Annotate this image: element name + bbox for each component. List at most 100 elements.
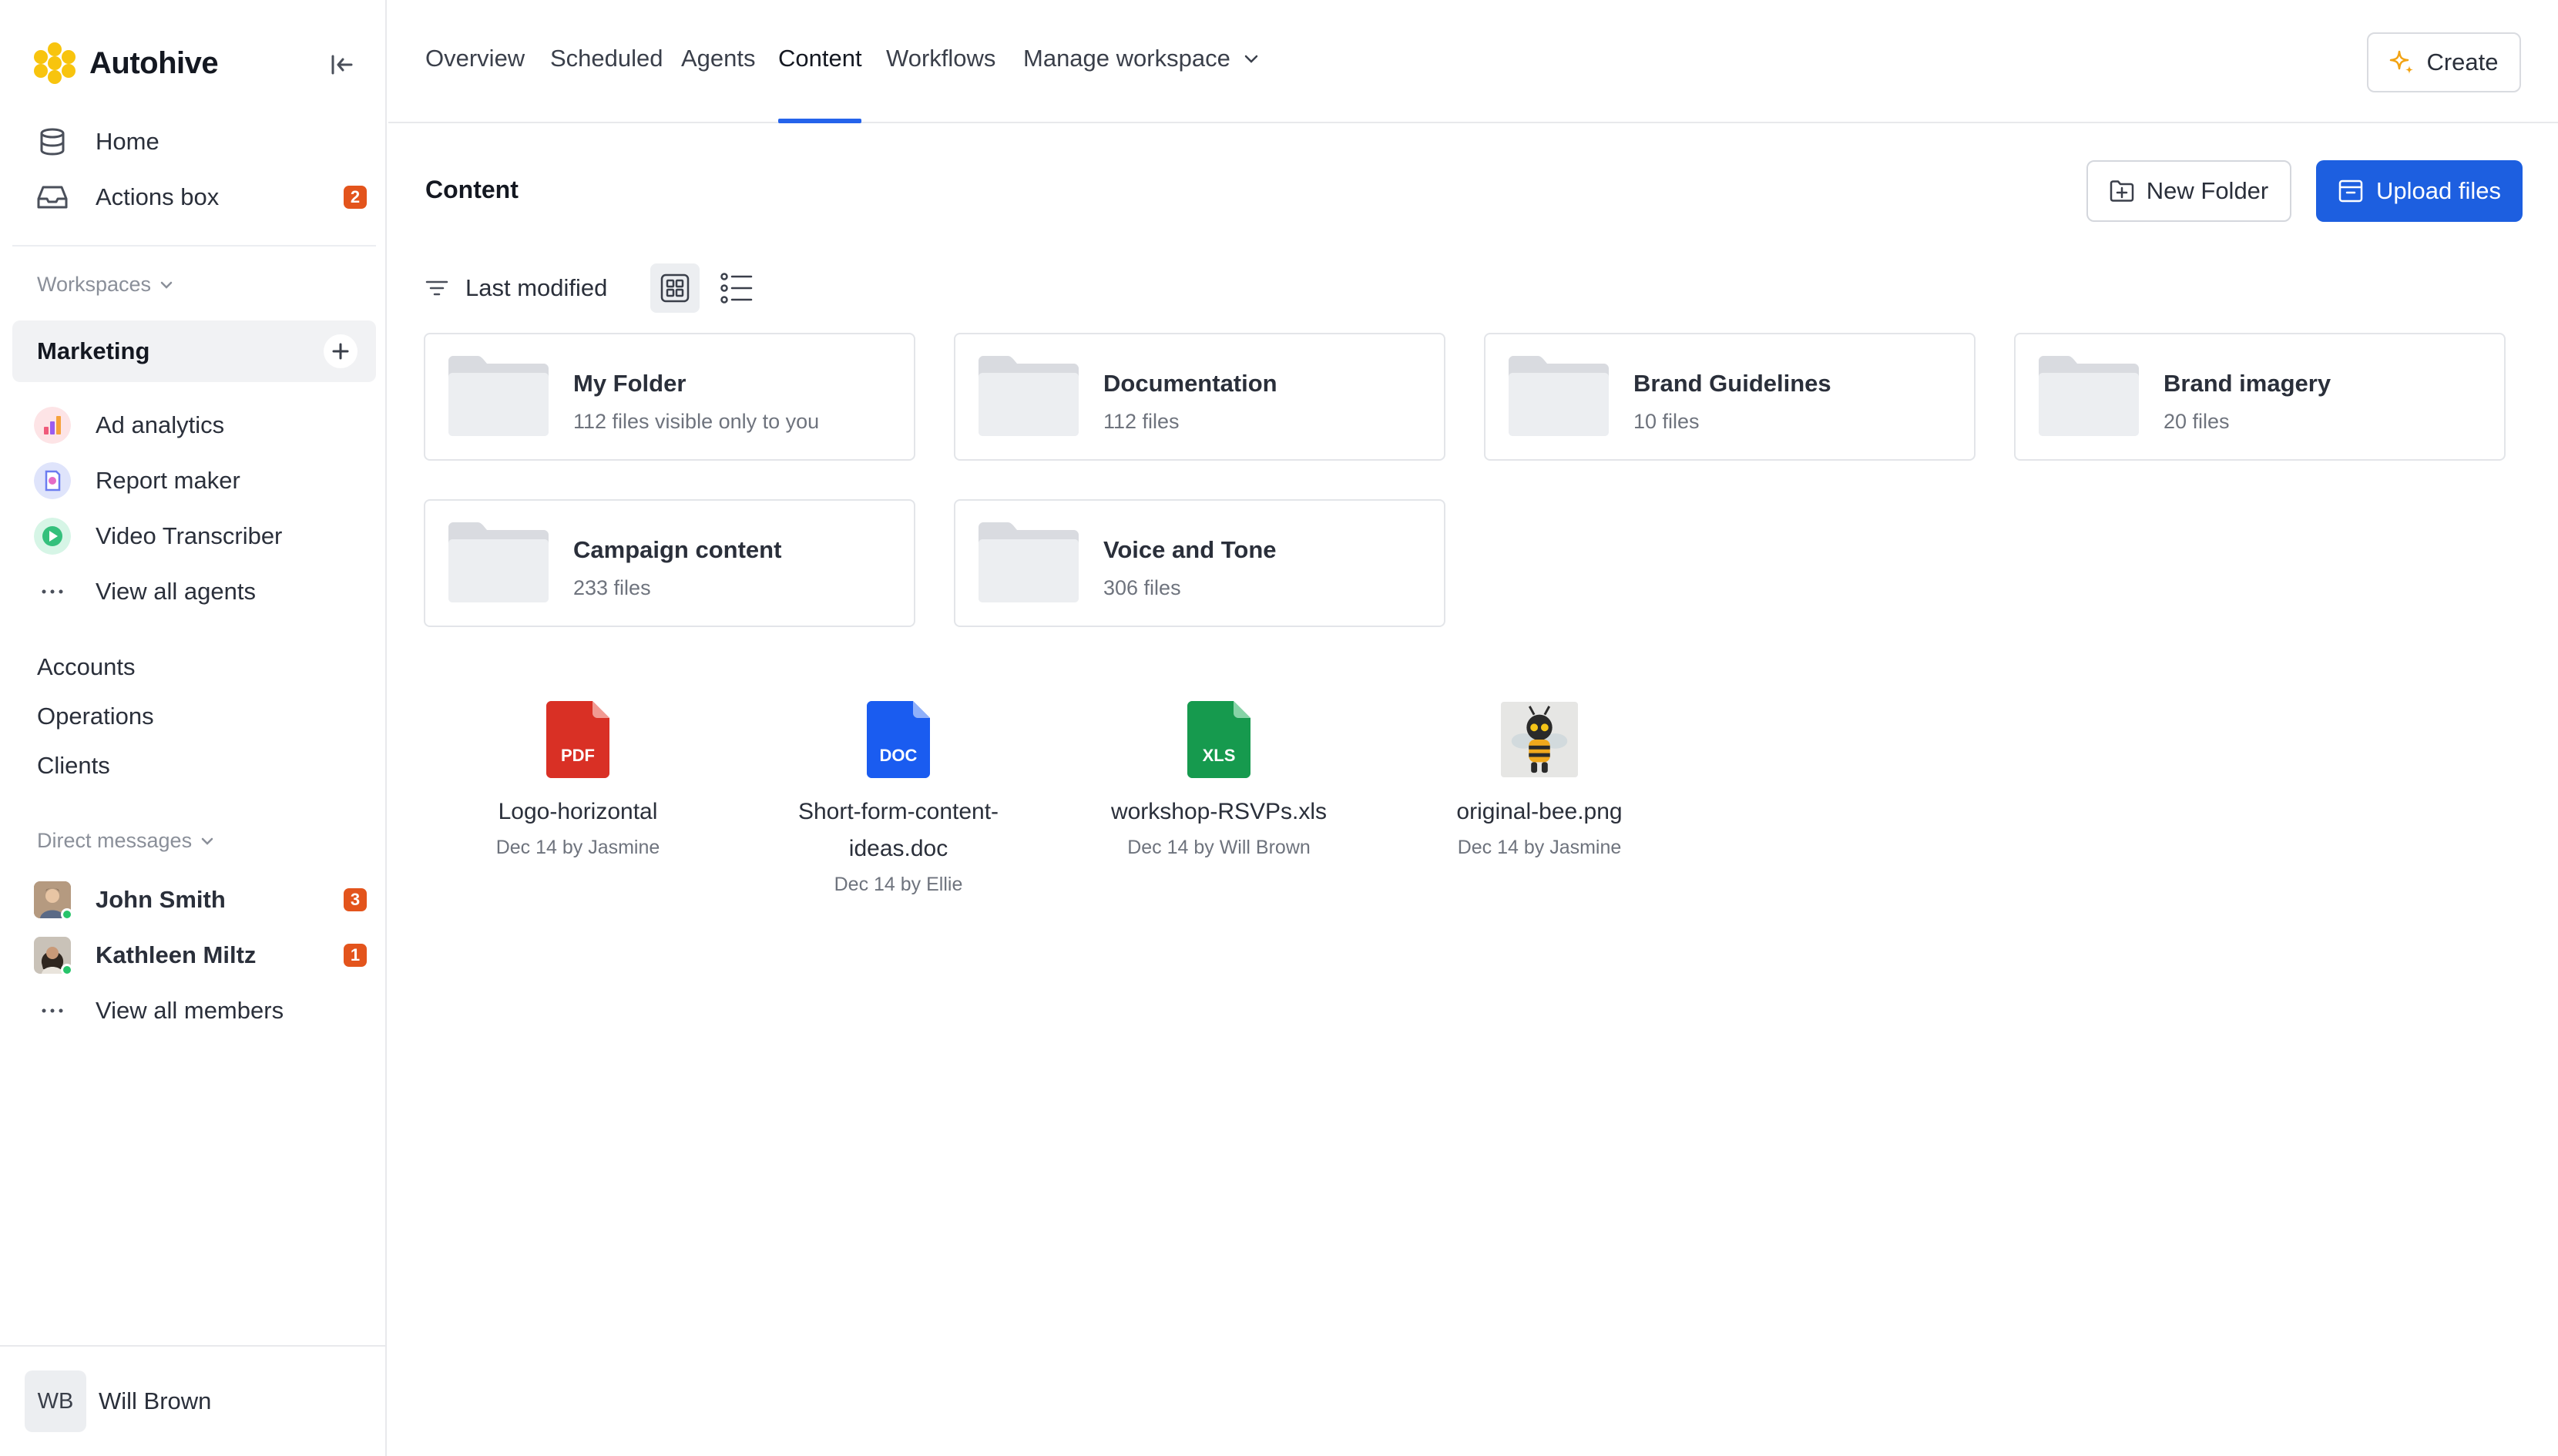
sidebar-item-label: Ad analytics — [96, 411, 225, 438]
workspace-operations[interactable]: Operations — [37, 703, 154, 730]
member-name: John Smith — [96, 886, 226, 913]
workspace-clients[interactable]: Clients — [37, 752, 110, 780]
grid-icon — [660, 273, 690, 303]
file-name: original-bee.png — [1456, 799, 1623, 824]
folder-name: Documentation — [1103, 370, 1277, 397]
video-transcriber-icon — [34, 518, 71, 555]
folder-icon — [448, 356, 549, 436]
workspaces-toggle[interactable]: Workspaces — [37, 273, 173, 297]
xls-file-icon: XLS — [1180, 701, 1257, 778]
upload-files-button[interactable]: Upload files — [2316, 160, 2523, 222]
folder-icon — [979, 522, 1079, 602]
file-type-label: XLS — [1203, 746, 1236, 765]
member-name: Kathleen Miltz — [96, 941, 257, 968]
current-user[interactable]: WB Will Brown — [0, 1345, 387, 1456]
file-name-line: Short-form-content- — [797, 799, 999, 824]
file-item[interactable]: PDF Logo-horizontal Dec 14 by Jasmine — [455, 701, 701, 859]
chevron-down-icon — [160, 281, 173, 289]
new-folder-button[interactable]: New Folder — [2086, 160, 2291, 222]
sort-label: Last modified — [465, 274, 608, 301]
folder-name: My Folder — [573, 370, 686, 397]
file-name: Logo-horizontal — [498, 799, 658, 824]
report-maker-icon — [34, 462, 71, 499]
actions-count-badge: 2 — [344, 186, 367, 209]
avatar — [34, 937, 73, 976]
ad-analytics-icon — [34, 407, 71, 444]
workspace-label: Marketing — [37, 337, 150, 364]
grid-view-toggle[interactable] — [650, 263, 700, 313]
file-meta: Dec 14 by Jasmine — [495, 837, 660, 858]
app-name: Autohive — [89, 45, 219, 80]
folder-name: Campaign content — [573, 536, 782, 563]
sidebar-divider — [12, 245, 376, 247]
folder-subtitle: 10 files — [1633, 410, 1700, 433]
online-status-icon — [61, 908, 73, 921]
create-label: Create — [2426, 49, 2499, 75]
file-item[interactable]: XLS workshop-RSVPs.xls Dec 14 by Will Br… — [1096, 701, 1342, 859]
list-view-toggle[interactable] — [712, 263, 761, 313]
folder-card[interactable]: Campaign content 233 files — [424, 499, 915, 627]
doc-file-icon: DOC — [860, 701, 937, 778]
plus-icon — [332, 343, 349, 360]
view-all-members-link[interactable]: View all members — [34, 989, 367, 1032]
view-all-agents-link[interactable]: View all agents — [34, 570, 367, 613]
folder-card[interactable]: My Folder 112 files visible only to you — [424, 333, 915, 461]
file-item[interactable]: DOC Short-form-content- ideas.doc Dec 14… — [775, 701, 1022, 896]
folder-card[interactable]: Voice and Tone 306 files — [954, 499, 1445, 627]
folder-icon — [979, 356, 1079, 436]
folder-plus-icon — [2110, 180, 2133, 202]
folder-subtitle: 233 files — [573, 576, 651, 599]
folder-subtitle: 112 files — [1103, 410, 1180, 433]
folder-card[interactable]: Brand Guidelines 10 files — [1484, 333, 1976, 461]
list-icon — [720, 273, 753, 304]
folder-name: Brand Guidelines — [1633, 370, 1831, 397]
add-to-workspace-button[interactable] — [324, 334, 358, 368]
tab-label: Manage workspace — [1023, 45, 1230, 72]
sidebar-item-label: Actions box — [96, 183, 220, 210]
tab-scheduled[interactable]: Scheduled — [550, 45, 663, 72]
direct-messages-toggle[interactable]: Direct messages — [37, 829, 213, 853]
avatar — [34, 881, 73, 921]
sidebar-item-report-maker[interactable]: Report maker — [34, 459, 367, 502]
sparkle-icon — [2390, 50, 2414, 74]
tab-overview[interactable]: Overview — [425, 45, 525, 72]
collapse-sidebar-button[interactable] — [324, 48, 361, 82]
sidebar-item-home[interactable]: Home — [34, 120, 367, 163]
dm-kathleen-miltz[interactable]: Kathleen Miltz 1 — [34, 934, 367, 977]
more-dots-icon — [34, 573, 71, 610]
tab-manage-workspace[interactable]: Manage workspace — [1023, 45, 1258, 72]
folder-card[interactable]: Documentation 112 files — [954, 333, 1445, 461]
tab-content[interactable]: Content — [778, 45, 862, 72]
workspaces-label: Workspaces — [37, 273, 152, 296]
upload-files-label: Upload files — [2376, 177, 2501, 204]
active-tab-indicator — [778, 119, 861, 123]
autohive-logo-icon — [34, 42, 76, 84]
image-thumbnail-bee-icon — [1501, 701, 1578, 778]
create-button[interactable]: Create — [2367, 32, 2521, 92]
sidebar-item-ad-analytics[interactable]: Ad analytics — [34, 404, 367, 447]
sidebar-item-video-transcriber[interactable]: Video Transcriber — [34, 515, 367, 558]
tab-workflows[interactable]: Workflows — [886, 45, 995, 72]
workspace-marketing[interactable]: Marketing — [12, 320, 376, 382]
sidebar-item-actions-box[interactable]: Actions box 2 — [34, 176, 367, 219]
tab-agents[interactable]: Agents — [681, 45, 756, 72]
filter-lines-icon — [425, 280, 448, 296]
sidebar-item-label: Report maker — [96, 467, 240, 494]
dm-john-smith[interactable]: John Smith 3 — [34, 878, 367, 921]
file-type-label: PDF — [561, 746, 595, 765]
folder-card[interactable]: Brand imagery 20 files — [2014, 333, 2506, 461]
folder-icon — [1509, 356, 1609, 436]
brand[interactable]: Autohive — [34, 40, 219, 86]
inbox-icon — [34, 179, 71, 216]
file-meta: Dec 14 by Will Brown — [1127, 837, 1311, 858]
file-item[interactable]: original-bee.png Dec 14 by Jasmine — [1416, 701, 1663, 859]
file-name: workshop-RSVPs.xls — [1110, 799, 1328, 824]
sidebar-item-label: Video Transcriber — [96, 522, 283, 549]
workspace-accounts[interactable]: Accounts — [37, 653, 136, 681]
sort-dropdown[interactable]: Last modified — [425, 274, 607, 302]
direct-messages-label: Direct messages — [37, 829, 193, 852]
sidebar-item-label: View all members — [96, 997, 284, 1024]
new-folder-label: New Folder — [2146, 177, 2269, 204]
online-status-icon — [61, 964, 73, 976]
avatar: WB — [25, 1370, 86, 1432]
